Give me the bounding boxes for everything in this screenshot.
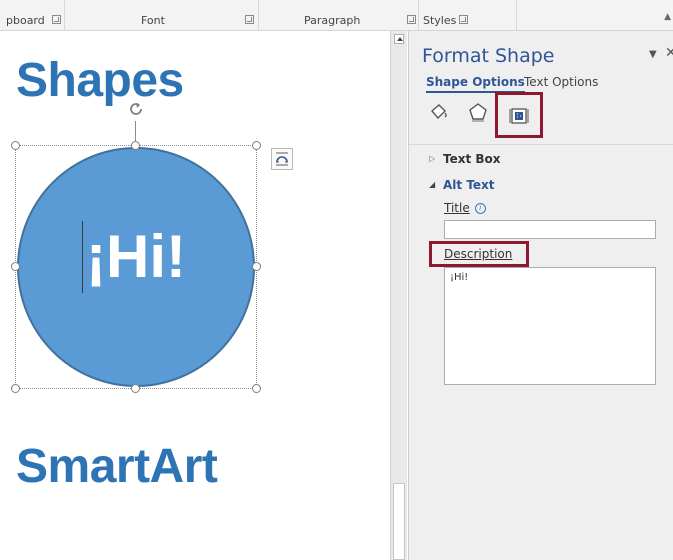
alt-text-description-label: Description — [444, 247, 512, 261]
clipboard-launcher-icon[interactable] — [52, 15, 61, 24]
ribbon-group-label-font: Font — [141, 14, 165, 27]
pane-divider — [409, 144, 673, 145]
ribbon-group-labels: pboard Font Paragraph Styles ▲ — [0, 0, 673, 31]
paragraph-launcher-icon[interactable] — [407, 15, 416, 24]
pane-title: Format Shape — [422, 45, 555, 67]
title-label-text: Title — [444, 201, 470, 215]
fill-line-icon[interactable] — [428, 101, 450, 123]
resize-handle-right[interactable] — [252, 262, 261, 271]
alt-text-description-input[interactable]: ¡Hi! — [444, 267, 656, 385]
layout-options-icon — [276, 152, 288, 166]
size-properties-icon[interactable] — [508, 104, 530, 126]
resize-handle-bottom-right[interactable] — [252, 384, 261, 393]
scroll-thumb[interactable] — [393, 483, 405, 560]
pane-options-dropdown-icon[interactable]: ▼ — [649, 49, 657, 60]
resize-handle-left[interactable] — [11, 262, 20, 271]
font-launcher-icon[interactable] — [245, 15, 254, 24]
layout-options-button[interactable] — [271, 148, 293, 170]
expanded-section-icon[interactable]: ◢ — [429, 180, 435, 189]
ribbon-group-label-paragraph: Paragraph — [304, 14, 361, 27]
ribbon-group-paragraph: Paragraph — [259, 0, 419, 30]
scroll-up-button[interactable] — [394, 34, 404, 44]
ribbon-group-font: Font — [65, 0, 259, 30]
heading-shapes[interactable]: Shapes — [16, 53, 184, 108]
section-text-box[interactable]: Text Box — [443, 152, 501, 166]
rotate-handle-icon[interactable] — [126, 100, 146, 120]
vertical-scrollbar[interactable] — [390, 31, 407, 560]
ribbon-group-styles: Styles — [419, 0, 517, 30]
close-pane-icon[interactable]: ✕ — [665, 45, 673, 61]
tab-text-options[interactable]: Text Options — [524, 75, 598, 89]
effects-icon[interactable] — [467, 101, 489, 123]
ribbon-group-label-styles: Styles — [423, 14, 457, 27]
info-icon[interactable]: i — [474, 203, 486, 214]
shape-selection-frame — [15, 145, 257, 389]
resize-handle-top-right[interactable] — [252, 141, 261, 150]
alt-text-title-label: Title i — [444, 201, 486, 215]
resize-handle-top[interactable] — [131, 141, 140, 150]
resize-handle-bottom[interactable] — [131, 384, 140, 393]
collapsed-section-icon[interactable]: ▷ — [429, 154, 435, 163]
format-shape-pane: Format Shape ▼ ✕ Shape Options Text Opti… — [408, 31, 673, 560]
document-canvas[interactable]: Shapes ¡Hi! SmartArt — [0, 31, 390, 560]
resize-handle-bottom-left[interactable] — [11, 384, 20, 393]
tab-shape-options[interactable]: Shape Options — [426, 75, 525, 93]
section-alt-text[interactable]: Alt Text — [443, 178, 495, 192]
resize-handle-top-left[interactable] — [11, 141, 20, 150]
ribbon-group-label-clipboard: pboard — [6, 14, 45, 27]
collapse-ribbon-icon[interactable]: ▲ — [664, 12, 671, 22]
rotation-connector — [135, 121, 136, 143]
styles-launcher-icon[interactable] — [459, 15, 468, 24]
alt-text-title-input[interactable] — [444, 220, 656, 239]
heading-smartart[interactable]: SmartArt — [16, 439, 218, 494]
description-label-text: Description — [444, 247, 513, 261]
ribbon-group-clipboard: pboard — [0, 0, 65, 30]
